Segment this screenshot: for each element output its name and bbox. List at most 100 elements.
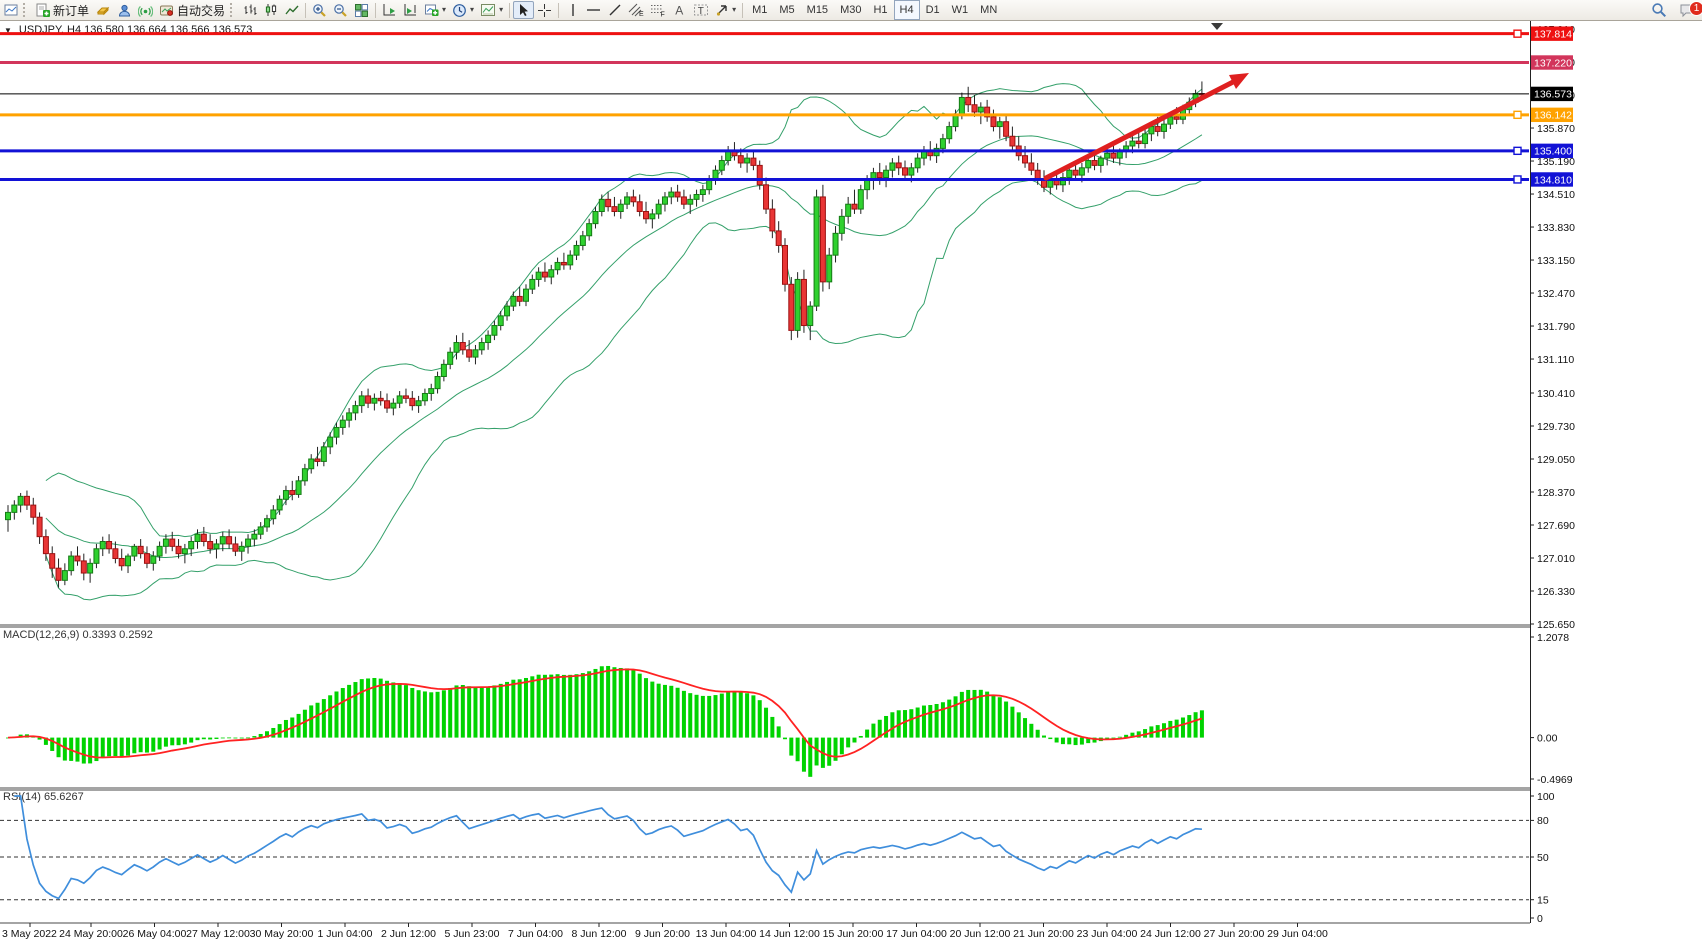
macd-histogram-bar — [505, 682, 509, 738]
time-tick-label: 24 May 20:00 — [59, 928, 123, 940]
macd-histogram-bar — [1010, 707, 1014, 738]
line-chart-button[interactable] — [281, 1, 302, 19]
templates-button[interactable]: ▾ — [477, 1, 506, 19]
new-chart-button[interactable]: ▾ — [421, 1, 449, 19]
periods-button[interactable]: ▾ — [449, 1, 477, 19]
text-label-button[interactable]: T — [690, 1, 712, 19]
line-handle[interactable] — [1514, 111, 1521, 118]
macd-pane[interactable] — [6, 666, 1204, 777]
macd-histogram-bar — [1074, 738, 1078, 745]
tab-timeframe-d1[interactable]: D1 — [920, 0, 946, 20]
chart-shift-marker[interactable] — [1211, 23, 1223, 30]
chevron-down-icon: ▾ — [470, 6, 474, 14]
tab-timeframe-h4[interactable]: H4 — [894, 0, 920, 20]
toolbar-separator — [509, 3, 510, 18]
tile-windows-button[interactable] — [351, 1, 372, 19]
macd-histogram-bar — [815, 738, 819, 766]
macd-histogram-bar — [145, 738, 149, 753]
macd-histogram-bar — [252, 736, 256, 738]
fibonacci-button[interactable]: F — [647, 1, 669, 19]
arrows-button[interactable]: ▾ — [712, 1, 739, 19]
macd-histogram-bar — [360, 679, 364, 737]
toolbar-grip — [230, 3, 237, 17]
mt4-window: ▼ USDJPY, H4 136.580 136.664 136.566 136… — [0, 0, 1702, 943]
autotrading-button[interactable]: 自动交易 — [156, 1, 228, 19]
macd-histogram-bar — [966, 690, 970, 738]
candlestick-chart-button[interactable] — [260, 1, 281, 19]
macd-histogram-bar — [777, 726, 781, 737]
cursor-button[interactable] — [513, 1, 534, 19]
macd-histogram-bar — [764, 708, 768, 738]
community-icon[interactable] — [114, 1, 135, 19]
macd-histogram-bar — [1023, 718, 1027, 738]
chart-shift-button[interactable] — [400, 1, 421, 19]
tab-timeframe-m1[interactable]: M1 — [746, 0, 773, 20]
time-tick-label: 2 Jun 12:00 — [381, 928, 436, 940]
tab-timeframe-mn[interactable]: MN — [974, 0, 1003, 20]
main-price-pane[interactable] — [0, 30, 1529, 600]
text-button[interactable]: A — [669, 1, 690, 19]
price-flag-label: 137.814 — [1534, 28, 1572, 40]
macd-histogram-bar — [139, 738, 143, 753]
macd-histogram-bar — [183, 738, 187, 745]
line-handle[interactable] — [1514, 176, 1521, 183]
chart-window-icon[interactable] — [0, 1, 21, 19]
macd-histogram-bar — [606, 666, 610, 738]
tab-timeframe-h1[interactable]: H1 — [867, 0, 893, 20]
macd-histogram-bar — [410, 688, 414, 738]
trendline-button[interactable] — [604, 1, 625, 19]
macd-histogram-bar — [1029, 724, 1033, 738]
macd-histogram-bar — [492, 685, 496, 737]
macd-histogram-bar — [303, 710, 307, 738]
svg-text:A: A — [675, 4, 683, 18]
line-handle[interactable] — [1514, 147, 1521, 154]
macd-histogram-bar — [1168, 721, 1172, 738]
macd-histogram-bar — [1042, 736, 1046, 738]
toolbar-separator — [558, 3, 559, 18]
tab-timeframe-w1[interactable]: W1 — [946, 0, 975, 20]
macd-histogram-bar — [1080, 738, 1084, 745]
macd-histogram-bar — [227, 737, 231, 738]
macd-histogram-bar — [170, 738, 174, 746]
bars-chart-button[interactable] — [239, 1, 260, 19]
signals-icon[interactable] — [135, 1, 156, 19]
time-tick-label: 20 Jun 12:00 — [950, 928, 1011, 940]
price-tick-label: 126.330 — [1537, 586, 1575, 598]
tab-timeframe-m30[interactable]: M30 — [834, 0, 867, 20]
macd-histogram-bar — [840, 738, 844, 755]
tab-timeframe-m15[interactable]: M15 — [801, 0, 834, 20]
macd-histogram-bar — [151, 738, 155, 752]
equidistant-channel-button[interactable]: E — [625, 1, 647, 19]
price-axis[interactable]: 137.910137.230136.550135.870135.190134.5… — [1530, 24, 1575, 925]
line-handle[interactable] — [1514, 30, 1521, 37]
time-tick-label: 8 Jun 12:00 — [572, 928, 627, 940]
macd-histogram-bar — [903, 710, 907, 738]
zoom-out-button[interactable] — [330, 1, 351, 19]
macd-histogram-bar — [328, 695, 332, 737]
vertical-line-button[interactable] — [562, 1, 583, 19]
horizontal-line-button[interactable] — [583, 1, 604, 19]
macd-histogram-bar — [158, 738, 162, 750]
price-tick-label: 131.790 — [1537, 321, 1575, 333]
macd-histogram-bar — [935, 704, 939, 738]
macd-histogram-bar — [334, 691, 338, 737]
search-icon[interactable] — [1648, 1, 1670, 19]
chart-canvas[interactable]: 137.910137.230136.550135.870135.190134.5… — [0, 0, 1702, 943]
tab-timeframe-m5[interactable]: M5 — [773, 0, 800, 20]
macd-histogram-bar — [1118, 737, 1122, 738]
macd-histogram-bar — [928, 705, 932, 738]
time-axis[interactable]: 3 May 202224 May 20:0026 May 04:0027 May… — [2, 923, 1328, 940]
macd-histogram-bar — [473, 687, 477, 738]
toolbar-grip — [23, 3, 30, 17]
crosshair-button[interactable] — [534, 1, 555, 19]
macd-histogram-bar — [916, 708, 920, 738]
zoom-in-button[interactable] — [309, 1, 330, 19]
rsi-pane[interactable] — [0, 796, 1529, 900]
macd-histogram-bar — [1017, 712, 1021, 737]
market-icon[interactable] — [92, 1, 114, 19]
autoscroll-button[interactable] — [379, 1, 400, 19]
notifications-button[interactable]: 1 — [1676, 1, 1698, 19]
time-tick-label: 7 Jun 04:00 — [508, 928, 563, 940]
macd-histogram-bar — [770, 717, 774, 738]
new-order-button[interactable]: 新订单 — [32, 1, 92, 19]
